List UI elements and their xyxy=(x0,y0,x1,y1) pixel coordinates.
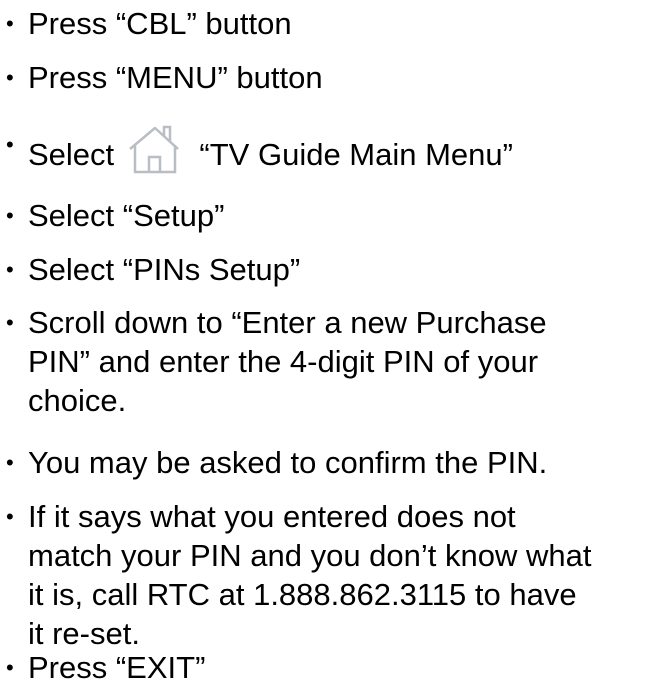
step-text: Press “CBL” button xyxy=(28,6,292,41)
bullet: • xyxy=(6,504,14,529)
list-item-scroll-enter-pin: • Scroll down to “Enter a new Purchase P… xyxy=(0,303,660,420)
step-text-prefix: Select xyxy=(28,137,115,172)
step-text: Press “MENU” button xyxy=(28,60,323,95)
bullet: • xyxy=(6,65,14,90)
step-text: If it says what you entered does not mat… xyxy=(28,497,660,653)
bullet: • xyxy=(6,655,14,680)
home-icon xyxy=(128,125,179,174)
list-item-select-pins-setup: • Select “PINs Setup” xyxy=(0,250,660,289)
instruction-page: { "steps": [ { "text": "Press “CBL” butt… xyxy=(0,0,666,686)
bullet: • xyxy=(6,11,14,36)
list-item-select-setup: • Select “Setup” xyxy=(0,196,660,235)
step-text: Scroll down to “Enter a new Purchase PIN… xyxy=(28,303,660,420)
list-item-select-tv-guide: • Select “TV Guide Main Menu” xyxy=(0,125,660,175)
step-text-line: choice. xyxy=(28,383,127,418)
bullet: • xyxy=(6,132,14,157)
bullet: • xyxy=(6,450,14,475)
bullet: • xyxy=(6,310,14,335)
list-item-press-exit: • Press “EXIT” xyxy=(0,648,660,687)
step-text-suffix: “TV Guide Main Menu” xyxy=(199,137,513,172)
step-text: Select “Setup” xyxy=(28,198,225,233)
bullet: • xyxy=(6,257,14,282)
step-text-line: it is, call RTC at 1.888.862.3115 to hav… xyxy=(28,577,577,612)
list-item-press-menu: • Press “MENU” button xyxy=(0,58,660,97)
step-text: Select “PINs Setup” xyxy=(28,252,301,287)
bullet: • xyxy=(6,203,14,228)
list-item-press-cbl: • Press “CBL” button xyxy=(0,4,660,43)
step-text-line: PIN” and enter the 4-digit PIN of your xyxy=(28,344,539,379)
step-text-line: match your PIN and you don’t know what xyxy=(28,538,592,573)
list-item-pin-mismatch: • If it says what you entered does not m… xyxy=(0,497,660,653)
list-item-confirm-pin: • You may be asked to confirm the PIN. xyxy=(0,443,660,482)
step-text: You may be asked to confirm the PIN. xyxy=(28,445,548,480)
step-text-line: If it says what you entered does not xyxy=(28,499,516,534)
step-text: Select “TV Guide Main Menu” xyxy=(28,125,660,175)
step-text-line: Scroll down to “Enter a new Purchase xyxy=(28,305,547,340)
step-text: Press “EXIT” xyxy=(28,650,206,685)
